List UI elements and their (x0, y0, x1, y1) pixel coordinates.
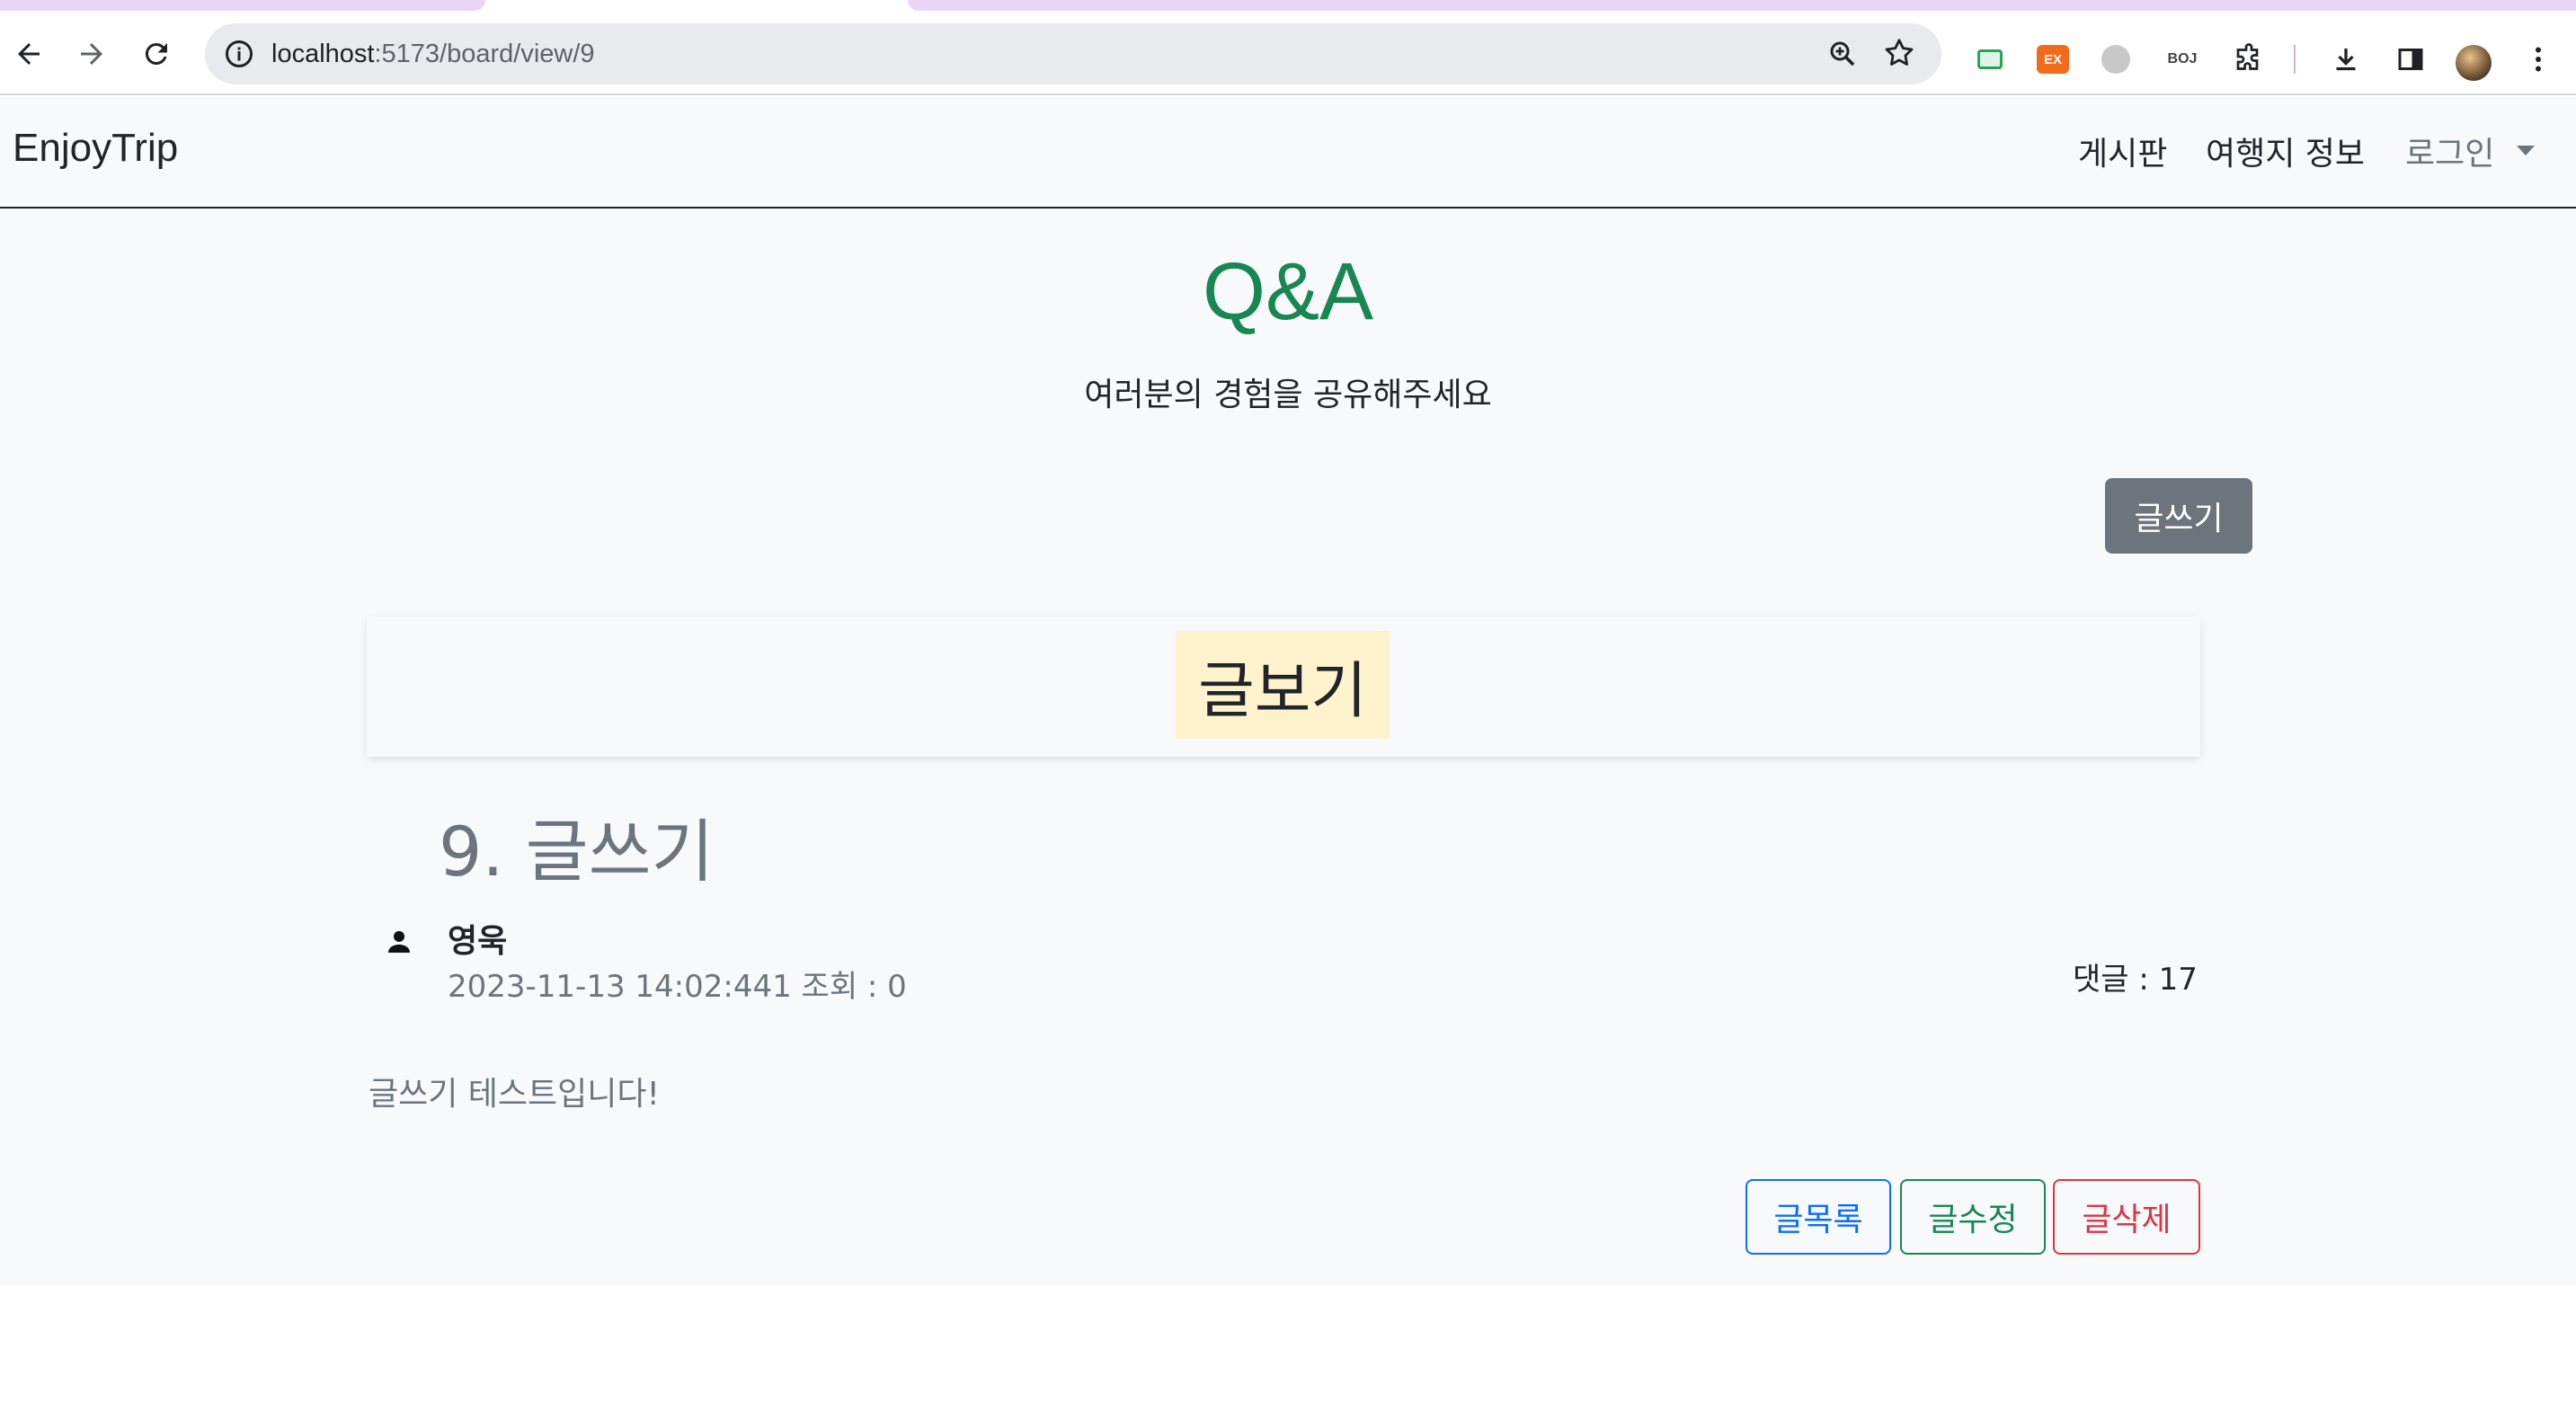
extension-ex-icon[interactable]: EX (2037, 45, 2069, 74)
address-bar[interactable]: localhost:5173/board/view/9 (205, 23, 1941, 84)
browser-tab[interactable] (908, 0, 2576, 11)
side-panel-icon[interactable] (2391, 43, 2430, 75)
zoom-icon[interactable] (1826, 38, 1859, 70)
bookmark-star-icon[interactable] (1882, 36, 1916, 70)
back-icon[interactable] (7, 32, 50, 75)
post-content: 글쓰기 테스트입니다! (369, 1076, 660, 1113)
more-menu-icon[interactable] (2522, 43, 2554, 75)
url-text[interactable]: localhost:5173/board/view/9 (271, 23, 595, 84)
tab-strip (0, 0, 2576, 13)
comment-count: 댓글 : 17 (2073, 962, 2198, 998)
reload-icon[interactable] (135, 32, 178, 75)
download-icon[interactable] (2326, 43, 2366, 75)
write-button[interactable]: 글쓰기 (2105, 478, 2252, 554)
post-author: 영욱 (448, 923, 508, 960)
nav-board[interactable]: 게시판 (2078, 128, 2167, 174)
page-subtitle: 여러분의 경험을 공유해주세요 (1084, 377, 1492, 413)
nav-trip-info[interactable]: 여행지 정보 (2206, 128, 2365, 174)
post-title: 9. 글쓰기 (439, 812, 715, 892)
extension-boj-icon[interactable]: BOJ (2163, 43, 2202, 75)
person-icon (388, 931, 410, 953)
site-info-icon[interactable] (223, 38, 255, 70)
view-header-card: 글보기 (367, 617, 2200, 757)
delete-button[interactable]: 글삭제 (2053, 1179, 2200, 1255)
list-button[interactable]: 글목록 (1745, 1179, 1891, 1255)
toolbar-divider (2294, 45, 2296, 74)
url-path: :5173/board/view/9 (374, 40, 595, 68)
edit-button[interactable]: 글수정 (1900, 1179, 2046, 1255)
post-meta: 2023-11-13 14:02:441 조회 : 0 (448, 969, 907, 1005)
caret-down-icon[interactable] (2517, 146, 2535, 155)
view-header-label: 글보기 (1176, 631, 1390, 739)
browser-toolbar: localhost:5173/board/view/9 EX BOJ (0, 13, 2576, 95)
forward-icon[interactable] (70, 32, 113, 75)
extension-green-icon[interactable] (1974, 43, 2006, 75)
extensions-puzzle-icon[interactable] (2229, 43, 2269, 75)
navbar: EnjoyTrip 게시판 여행지 정보 로그인 (0, 97, 2576, 209)
nav-login-dropdown[interactable]: 로그인 (2405, 128, 2494, 174)
page-bottom-blank (0, 1285, 2576, 1402)
profile-avatar[interactable] (2456, 45, 2492, 81)
page-title: Q&A (1202, 247, 1374, 337)
browser-tab[interactable] (0, 0, 485, 11)
brand-logo[interactable]: EnjoyTrip (13, 126, 178, 171)
url-host: localhost (271, 40, 375, 68)
page: EnjoyTrip 게시판 여행지 정보 로그인 Q&A 여러분의 경험을 공유… (0, 97, 2576, 1285)
extension-github-icon[interactable] (2101, 45, 2130, 74)
